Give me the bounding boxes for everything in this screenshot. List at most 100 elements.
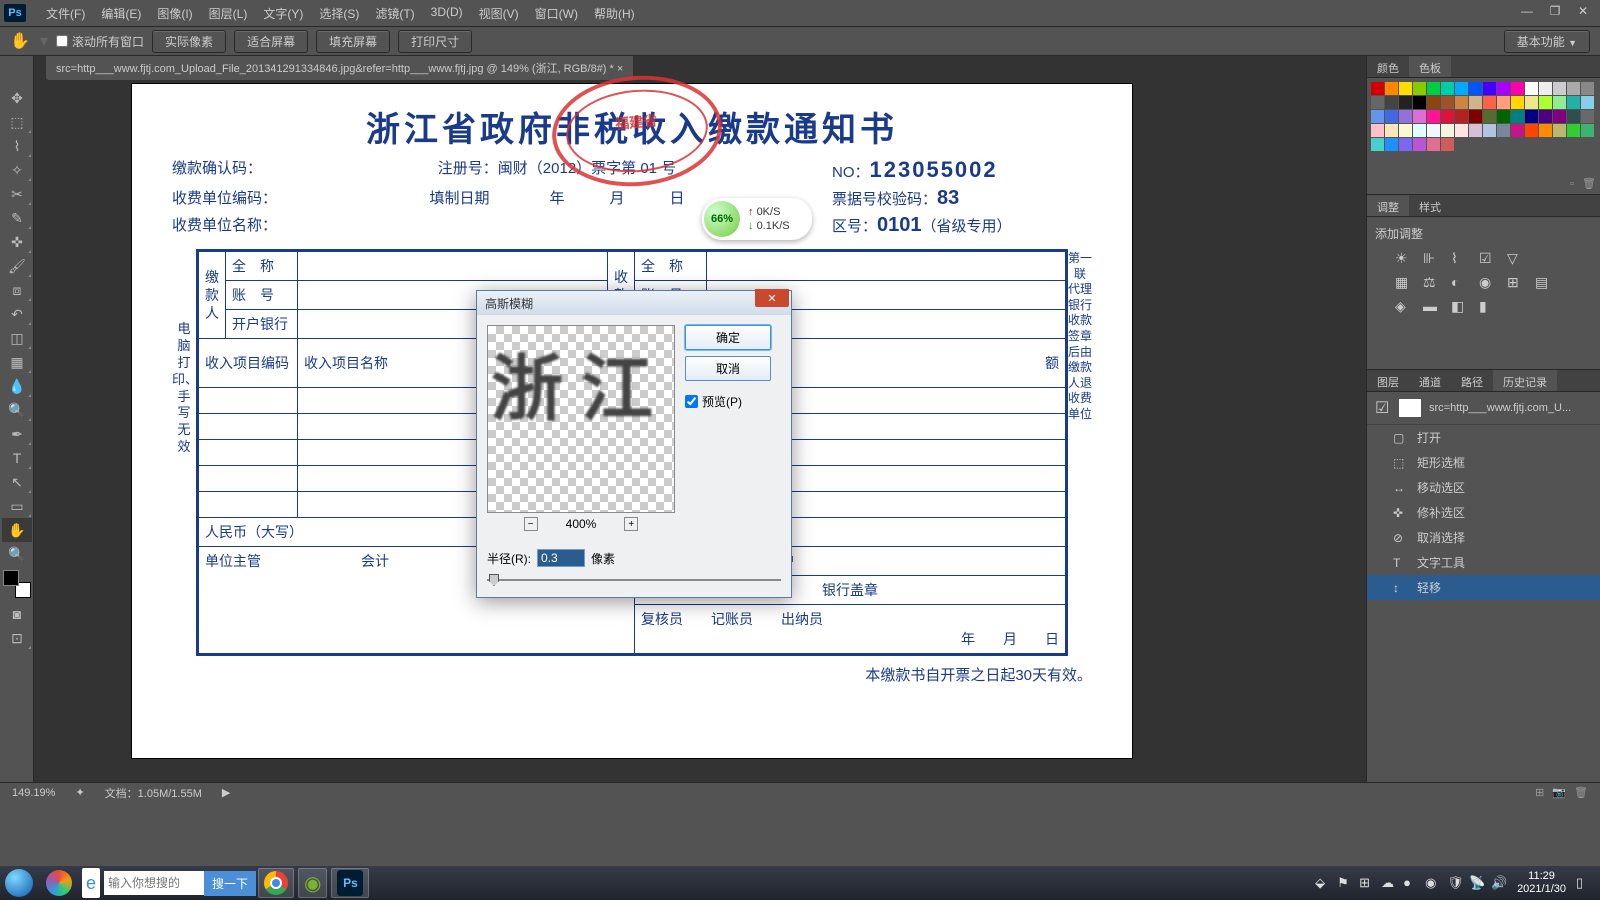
status-icon[interactable]: 📷: [1552, 786, 1566, 799]
zoom-tool[interactable]: 🔍: [2, 542, 32, 566]
swatch[interactable]: [1525, 82, 1538, 95]
taskbar-photoshop[interactable]: Ps: [331, 868, 369, 898]
swatch[interactable]: [1581, 82, 1594, 95]
swatch[interactable]: [1399, 138, 1412, 151]
swatch[interactable]: [1371, 124, 1384, 137]
brush-tool[interactable]: 🖌: [2, 254, 32, 278]
channels-tab[interactable]: 通道: [1409, 370, 1451, 391]
print-size-button[interactable]: 打印尺寸: [398, 30, 472, 53]
swatch[interactable]: [1469, 110, 1482, 123]
swatch[interactable]: [1483, 82, 1496, 95]
tray-icon[interactable]: ☁: [1381, 875, 1397, 891]
swatch[interactable]: [1511, 124, 1524, 137]
blur-tool[interactable]: 💧: [2, 374, 32, 398]
swatch[interactable]: [1441, 138, 1454, 151]
gradient-map-icon[interactable]: ▮: [1479, 298, 1497, 314]
swatch[interactable]: [1385, 96, 1398, 109]
paths-tab[interactable]: 路径: [1451, 370, 1493, 391]
swatch[interactable]: [1399, 110, 1412, 123]
search-input[interactable]: [104, 876, 204, 890]
menu-item[interactable]: 3D(D): [423, 1, 471, 26]
history-item[interactable]: ✜修补选区: [1367, 500, 1600, 525]
hand-tool[interactable]: ✋: [2, 518, 32, 542]
eraser-tool[interactable]: ◫: [2, 326, 32, 350]
menu-item[interactable]: 文字(Y): [255, 1, 311, 26]
swatch[interactable]: [1511, 110, 1524, 123]
swatch[interactable]: [1469, 82, 1482, 95]
swatches-tab[interactable]: 色板: [1409, 56, 1451, 77]
swatch[interactable]: [1455, 82, 1468, 95]
styles-tab[interactable]: 样式: [1409, 195, 1451, 216]
swatch[interactable]: [1413, 82, 1426, 95]
tray-network-icon[interactable]: 📡: [1469, 875, 1485, 891]
menu-item[interactable]: 编辑(E): [93, 1, 149, 26]
swatch[interactable]: [1441, 124, 1454, 137]
swatch[interactable]: [1385, 82, 1398, 95]
swatch[interactable]: [1455, 124, 1468, 137]
healing-brush-tool[interactable]: ✜: [2, 230, 32, 254]
taskbar-search[interactable]: 搜一下: [104, 871, 256, 895]
gradient-tool[interactable]: ▦: [2, 350, 32, 374]
clone-stamp-tool[interactable]: ⧈: [2, 278, 32, 302]
show-desktop[interactable]: ▯: [1576, 875, 1592, 891]
swatch[interactable]: [1483, 110, 1496, 123]
levels-icon[interactable]: ⊪: [1423, 250, 1441, 266]
swatch[interactable]: [1553, 124, 1566, 137]
fill-screen-button[interactable]: 填充屏幕: [316, 30, 390, 53]
tray-icon[interactable]: ⊞: [1359, 875, 1375, 891]
swatch[interactable]: [1413, 138, 1426, 151]
swatch[interactable]: [1497, 110, 1510, 123]
swatch[interactable]: [1399, 82, 1412, 95]
dialog-titlebar[interactable]: 高斯模糊✕: [477, 291, 791, 315]
tray-icon[interactable]: ⚑: [1337, 875, 1353, 891]
swatch[interactable]: [1399, 124, 1412, 137]
swatch[interactable]: [1441, 96, 1454, 109]
swatch[interactable]: [1539, 96, 1552, 109]
menu-item[interactable]: 滤镜(T): [367, 1, 422, 26]
hue-icon[interactable]: ▦: [1395, 274, 1413, 290]
color-tab[interactable]: 颜色: [1367, 56, 1409, 77]
swatch[interactable]: [1441, 110, 1454, 123]
status-trash-icon[interactable]: 🗑: [1574, 786, 1588, 799]
swatch[interactable]: [1385, 138, 1398, 151]
lookup-icon[interactable]: ▤: [1535, 274, 1553, 290]
type-tool[interactable]: T: [2, 446, 32, 470]
lasso-tool[interactable]: ⌇: [2, 134, 32, 158]
color-balance-icon[interactable]: ⚖: [1423, 274, 1441, 290]
shape-tool[interactable]: ▭: [2, 494, 32, 518]
path-selection-tool[interactable]: ↖: [2, 470, 32, 494]
dialog-close-button[interactable]: ✕: [755, 289, 789, 307]
swatch[interactable]: [1581, 124, 1594, 137]
history-item[interactable]: ⬚矩形选框: [1367, 450, 1600, 475]
scroll-all-windows-checkbox[interactable]: 滚动所有窗口: [56, 33, 144, 50]
actual-pixels-button[interactable]: 实际像素: [152, 30, 226, 53]
brightness-icon[interactable]: ☀: [1395, 250, 1413, 266]
document-info[interactable]: 文档：1.05M/1.55M: [105, 785, 202, 801]
swatch[interactable]: [1427, 138, 1440, 151]
channel-mixer-icon[interactable]: ⊞: [1507, 274, 1525, 290]
zoom-in-button[interactable]: +: [624, 517, 638, 531]
swatch[interactable]: [1413, 96, 1426, 109]
window-close[interactable]: ✕: [1570, 2, 1596, 20]
workspace-switcher[interactable]: 基本功能 ▼: [1504, 30, 1590, 53]
swatch[interactable]: [1511, 96, 1524, 109]
tray-icon[interactable]: ●: [1403, 875, 1419, 891]
vibrance-icon[interactable]: ▽: [1507, 250, 1525, 266]
swatch[interactable]: [1567, 124, 1580, 137]
swatch[interactable]: [1427, 110, 1440, 123]
swatch[interactable]: [1567, 96, 1580, 109]
invert-icon[interactable]: ◈: [1395, 298, 1413, 314]
swatch[interactable]: [1581, 110, 1594, 123]
swatch[interactable]: [1483, 124, 1496, 137]
taskbar-wechat[interactable]: ◉: [298, 868, 327, 898]
swatch[interactable]: [1413, 110, 1426, 123]
swatch[interactable]: [1525, 110, 1538, 123]
exposure-icon[interactable]: ☑: [1479, 250, 1497, 266]
ok-button[interactable]: 确定: [685, 325, 771, 350]
history-item[interactable]: ⊘取消选择: [1367, 525, 1600, 550]
move-tool[interactable]: ✥: [2, 86, 32, 110]
adjustments-tab[interactable]: 调整: [1367, 195, 1409, 216]
network-monitor-widget[interactable]: 66% ↑ 0K/S↓ 0.1K/S: [702, 198, 812, 240]
swatch[interactable]: [1441, 82, 1454, 95]
swatch[interactable]: [1525, 124, 1538, 137]
